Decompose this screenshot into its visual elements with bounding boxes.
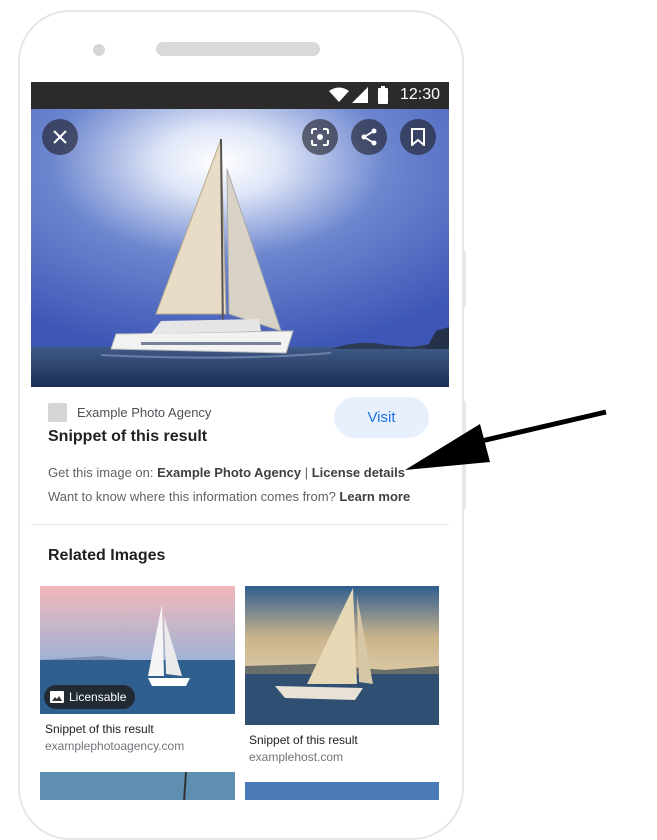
related-image-2[interactable] <box>245 586 439 725</box>
front-camera <box>93 44 105 56</box>
learn-more-line: Want to know where this information come… <box>48 489 410 504</box>
lens-icon <box>311 128 329 146</box>
related-image-1[interactable]: Licensable <box>40 586 235 714</box>
separator: | <box>301 465 312 480</box>
phone-volume-button <box>462 250 466 308</box>
close-button[interactable] <box>42 119 78 155</box>
status-time: 12:30 <box>399 86 440 103</box>
learn-more-link[interactable]: Learn more <box>339 489 410 504</box>
related-caption-1[interactable]: Snippet of this result <box>45 722 154 736</box>
phone-screen: 12:30 Example Photo Agency Snippet of th… <box>31 82 449 800</box>
related-image-3[interactable] <box>40 772 235 800</box>
license-details-link[interactable]: License details <box>312 465 405 480</box>
bookmark-button[interactable] <box>400 119 436 155</box>
sky-thumbnail <box>245 782 439 800</box>
related-images-heading: Related Images <box>48 547 166 564</box>
source-favicon <box>48 402 67 422</box>
sea-thumbnail <box>40 772 235 800</box>
source-name: Example Photo Agency <box>77 404 212 420</box>
signal-icon <box>352 87 368 103</box>
get-image-prefix: Get this image on: <box>48 465 158 480</box>
related-source-2: examplehost.com <box>249 750 344 764</box>
lens-button[interactable] <box>302 119 338 155</box>
result-title[interactable]: Snippet of this result <box>48 428 207 446</box>
licensable-label: Licensable <box>69 690 127 704</box>
share-button[interactable] <box>351 119 387 155</box>
divider <box>31 524 449 525</box>
get-image-source-link[interactable]: Example Photo Agency <box>157 465 301 480</box>
share-icon <box>361 128 377 146</box>
phone-speaker <box>156 42 320 56</box>
sailboat-photo <box>31 109 449 387</box>
learn-prefix: Want to know where this information come… <box>48 489 340 504</box>
close-icon <box>53 130 67 144</box>
sailboat-sea-thumbnail <box>245 586 439 725</box>
annotation-arrow <box>405 409 607 470</box>
licensable-badge: Licensable <box>44 685 136 709</box>
hero-image[interactable] <box>31 109 449 387</box>
source-row[interactable]: Example Photo Agency <box>48 402 211 422</box>
related-caption-2[interactable]: Snippet of this result <box>249 733 358 747</box>
related-source-1: examplephotoagency.com <box>45 739 185 753</box>
related-image-4[interactable] <box>245 782 439 800</box>
battery-icon <box>378 86 388 104</box>
wifi-icon <box>329 87 349 102</box>
get-image-line: Get this image on: Example Photo Agency … <box>48 465 405 480</box>
bookmark-icon <box>411 128 425 146</box>
image-icon <box>50 691 64 703</box>
status-bar: 12:30 <box>31 82 449 109</box>
